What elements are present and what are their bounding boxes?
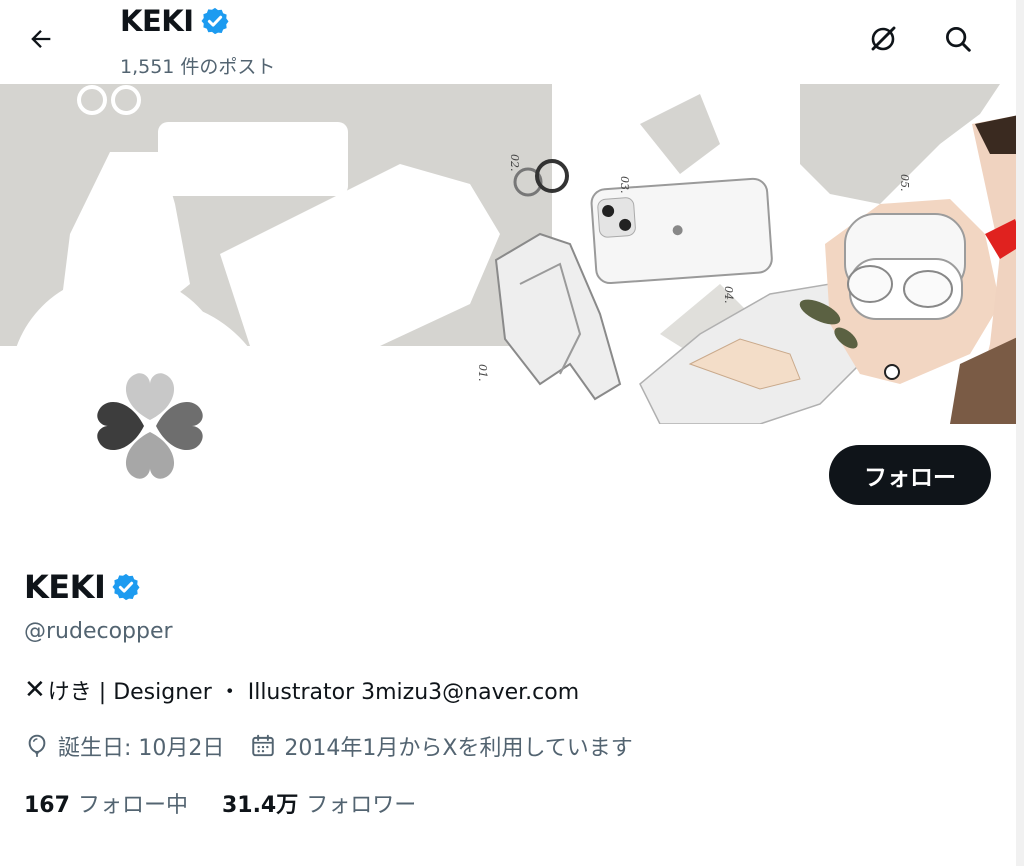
- banner-label: 04.: [722, 286, 735, 304]
- following-count: 167: [24, 793, 70, 818]
- x-mark-icon: ✕: [24, 675, 46, 705]
- profile-handle: @rudecopper: [24, 619, 173, 644]
- grok-icon: [871, 26, 896, 51]
- header-title: KEKI: [120, 4, 230, 38]
- post-count: 1,551 件のポスト: [120, 56, 276, 78]
- back-button[interactable]: [20, 18, 62, 60]
- profile-meta: 誕生日: 10月2日 2014年1月からXを利用しています: [24, 730, 659, 762]
- follow-button[interactable]: フォロー: [829, 445, 991, 505]
- following-link[interactable]: 167 フォロー中: [24, 787, 188, 819]
- arrow-left-icon: [31, 30, 51, 48]
- top-bar: KEKI 1,551 件のポスト: [0, 0, 1024, 84]
- bio-text: けき | Designer ・ Illustrator 3mizu3@naver…: [47, 680, 580, 705]
- scrollbar[interactable]: [1016, 0, 1024, 866]
- joined-text: 2014年1月からXを利用しています: [284, 736, 633, 761]
- followers-count: 31.4万: [221, 793, 299, 818]
- header-title-text: KEKI: [120, 4, 194, 38]
- search-icon: [946, 27, 971, 52]
- clover-logo-icon: [97, 373, 203, 479]
- following-label: フォロー中: [77, 793, 188, 818]
- banner-label: 01.: [476, 364, 489, 382]
- profile-name-text: KEKI: [24, 568, 106, 606]
- grok-button[interactable]: [862, 18, 904, 60]
- banner-label: 03.: [618, 176, 631, 194]
- joined-item: 2014年1月からXを利用しています: [250, 730, 633, 762]
- verified-badge-icon: [201, 7, 229, 35]
- banner-label: 05.: [898, 174, 911, 192]
- verified-badge-icon[interactable]: [111, 572, 141, 602]
- followers-label: フォロワー: [306, 793, 417, 818]
- birthday-text: 誕生日: 10月2日: [58, 736, 225, 761]
- banner-label: 02.: [508, 154, 521, 172]
- profile-stats: 167 フォロー中 31.4万 フォロワー: [24, 787, 450, 819]
- calendar-icon: [252, 734, 275, 757]
- balloon-icon: [28, 734, 46, 757]
- profile-avatar[interactable]: [24, 300, 276, 552]
- search-button[interactable]: [937, 18, 979, 60]
- followers-link[interactable]: 31.4万 フォロワー: [222, 787, 416, 819]
- birthday-item: 誕生日: 10月2日: [24, 730, 224, 762]
- profile-bio: ✕ けき | Designer ・ Illustrator 3mizu3@nav…: [24, 674, 579, 706]
- profile-name: KEKI: [24, 568, 141, 606]
